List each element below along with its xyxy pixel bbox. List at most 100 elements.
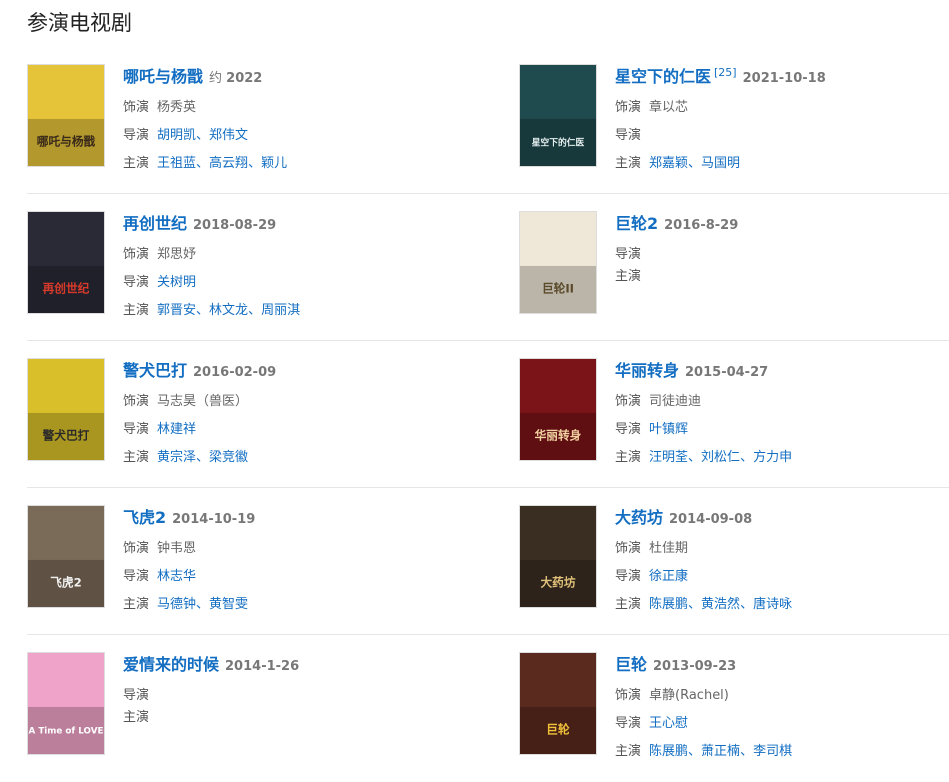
role-value: 马志昊（兽医） <box>157 394 249 409</box>
drama-poster[interactable]: 大药坊 <box>519 505 597 608</box>
cast-link[interactable]: 黄智雯 <box>209 597 248 612</box>
cast-label: 主演 <box>123 450 150 465</box>
cast-link[interactable]: 唐诗咏 <box>753 597 792 612</box>
cast-link[interactable]: 王祖蓝 <box>157 156 196 171</box>
cast-label: 主演 <box>123 156 150 171</box>
drama-header: 巨轮2 2016-8-29 <box>615 211 949 237</box>
director-link[interactable]: 林建祥 <box>157 422 196 437</box>
role-value: 杜佳期 <box>649 541 689 556</box>
cast-label: 主演 <box>615 156 642 171</box>
cast-link[interactable]: 黄宗泽 <box>157 450 196 465</box>
poster-art: 再创世纪 <box>28 212 104 313</box>
drama-title-link[interactable]: 再创世纪 <box>123 214 187 233</box>
cast-link[interactable]: 方力申 <box>753 450 792 465</box>
drama-title-link[interactable]: 华丽转身 <box>615 361 679 380</box>
cast-link[interactable]: 陈展鹏 <box>649 744 688 759</box>
drama-info: 巨轮2 2016-8-29 导演 主演 <box>615 211 949 287</box>
release-date: 2015-04-27 <box>685 365 769 380</box>
release-date: 约 2022 <box>209 71 263 86</box>
drama-title-link[interactable]: 飞虎2 <box>123 508 166 527</box>
drama-header: 飞虎2 2014-10-19 <box>123 505 497 531</box>
cast-line: 主演 王祖蓝、高云翔、颖儿 <box>123 154 497 174</box>
drama-item: 星空下的仁医 星空下的仁医 [25] 2021-10-18 饰演 章以芯 导演 主演 郑嘉颖、马… <box>519 64 949 174</box>
cast-link[interactable]: 郑嘉颖 <box>649 156 688 171</box>
role-value: 卓静(Rachel) <box>649 688 729 703</box>
cast-link[interactable]: 周丽淇 <box>261 303 300 318</box>
drama-title-link[interactable]: 巨轮2 <box>615 214 658 233</box>
cast-link[interactable]: 李司棋 <box>753 744 792 759</box>
cast-line: 主演 郑嘉颖、马国明 <box>615 154 949 174</box>
cast-link[interactable]: 林文龙 <box>209 303 248 318</box>
cast-label: 主演 <box>615 597 642 612</box>
svg-text:大药坊: 大药坊 <box>540 575 575 589</box>
drama-title-link[interactable]: 哪吒与杨戬 <box>123 67 203 86</box>
director-link[interactable]: 胡明凯 <box>157 128 196 143</box>
drama-title-link[interactable]: 巨轮 <box>615 655 647 674</box>
cast-link[interactable]: 梁竞徽 <box>209 450 248 465</box>
director-link[interactable]: 关树明 <box>157 275 196 290</box>
drama-row: A Time of LOVE 爱情来的时候 2014-1-26 导演 主演 巨轮 巨轮 201… <box>27 635 949 782</box>
svg-text:警犬巴打: 警犬巴打 <box>42 428 90 442</box>
director-link[interactable]: 徐正康 <box>649 569 688 584</box>
drama-header: 再创世纪 2018-08-29 <box>123 211 497 237</box>
citation-link[interactable]: [25] <box>714 66 737 79</box>
cast-link[interactable]: 郭晋安 <box>157 303 196 318</box>
drama-poster[interactable]: 警犬巴打 <box>27 358 105 461</box>
cast-link[interactable]: 马国明 <box>701 156 740 171</box>
cast-link[interactable]: 颖儿 <box>261 156 287 171</box>
drama-poster[interactable]: 飞虎2 <box>27 505 105 608</box>
drama-poster[interactable]: 再创世纪 <box>27 211 105 314</box>
role-line: 饰演 钟韦恩 <box>123 539 497 559</box>
role-value: 杨秀英 <box>157 100 197 115</box>
director-label: 导演 <box>615 247 642 262</box>
drama-header: 巨轮 2013-09-23 <box>615 652 949 678</box>
drama-title-link[interactable]: 警犬巴打 <box>123 361 187 380</box>
drama-title-link[interactable]: 大药坊 <box>615 508 663 527</box>
drama-row: 警犬巴打 警犬巴打 2016-02-09 饰演 马志昊（兽医） 导演 林建祥 主演 黄宗泽、梁竞… <box>27 341 949 488</box>
director-link[interactable]: 叶镇辉 <box>649 422 688 437</box>
cast-link[interactable]: 马德钟 <box>157 597 196 612</box>
svg-text:再创世纪: 再创世纪 <box>43 281 90 295</box>
cast-link[interactable]: 黄浩然 <box>701 597 740 612</box>
separator: 、 <box>688 744 702 759</box>
role-line: 饰演 章以芯 <box>615 98 949 118</box>
director-line: 导演 徐正康 <box>615 567 949 587</box>
poster-art: 警犬巴打 <box>28 359 104 460</box>
release-date: 2018-08-29 <box>193 218 277 233</box>
role-value: 司徒迪迪 <box>649 394 702 409</box>
director-link[interactable]: 林志华 <box>157 569 196 584</box>
role-value: 郑思妤 <box>157 247 197 262</box>
drama-poster[interactable]: 巨轮 <box>519 652 597 755</box>
role-label: 饰演 <box>615 688 642 703</box>
director-link[interactable]: 郑伟文 <box>209 128 248 143</box>
director-label: 导演 <box>615 422 642 437</box>
drama-poster[interactable]: 巨轮II <box>519 211 597 314</box>
cast-link[interactable]: 陈展鹏 <box>649 597 688 612</box>
director-label: 导演 <box>123 128 150 143</box>
cast-label: 主演 <box>123 303 150 318</box>
drama-poster[interactable]: A Time of LOVE <box>27 652 105 755</box>
cast-link[interactable]: 汪明荃 <box>649 450 688 465</box>
poster-art: 星空下的仁医 <box>520 65 596 166</box>
cast-line: 主演 马德钟、黄智雯 <box>123 595 497 615</box>
drama-info: 再创世纪 2018-08-29 饰演 郑思妤 导演 关树明 主演 郭晋安、林文龙、周丽淇 <box>123 211 497 321</box>
cast-label: 主演 <box>123 710 150 725</box>
cast-line: 主演 陈展鹏、萧正楠、李司棋 <box>615 742 949 762</box>
drama-header: 哪吒与杨戬约 2022 <box>123 64 497 90</box>
cast-link[interactable]: 萧正楠 <box>701 744 740 759</box>
cast-link[interactable]: 高云翔 <box>209 156 248 171</box>
separator: 、 <box>740 450 754 465</box>
drama-title-link[interactable]: 星空下的仁医 <box>615 67 711 86</box>
drama-poster[interactable]: 哪吒与杨戬 <box>27 64 105 167</box>
release-date: 2016-8-29 <box>664 218 739 233</box>
separator: 、 <box>196 597 210 612</box>
director-link[interactable]: 王心慰 <box>649 716 688 731</box>
poster-art: 大药坊 <box>520 506 596 607</box>
drama-item: 警犬巴打 警犬巴打 2016-02-09 饰演 马志昊（兽医） 导演 林建祥 主演 黄宗泽、梁竞… <box>27 358 497 468</box>
release-date: 2013-09-23 <box>653 659 737 674</box>
drama-poster[interactable]: 星空下的仁医 <box>519 64 597 167</box>
director-line: 导演 <box>615 126 949 146</box>
drama-poster[interactable]: 华丽转身 <box>519 358 597 461</box>
drama-title-link[interactable]: 爱情来的时候 <box>123 655 219 674</box>
cast-link[interactable]: 刘松仁 <box>701 450 740 465</box>
